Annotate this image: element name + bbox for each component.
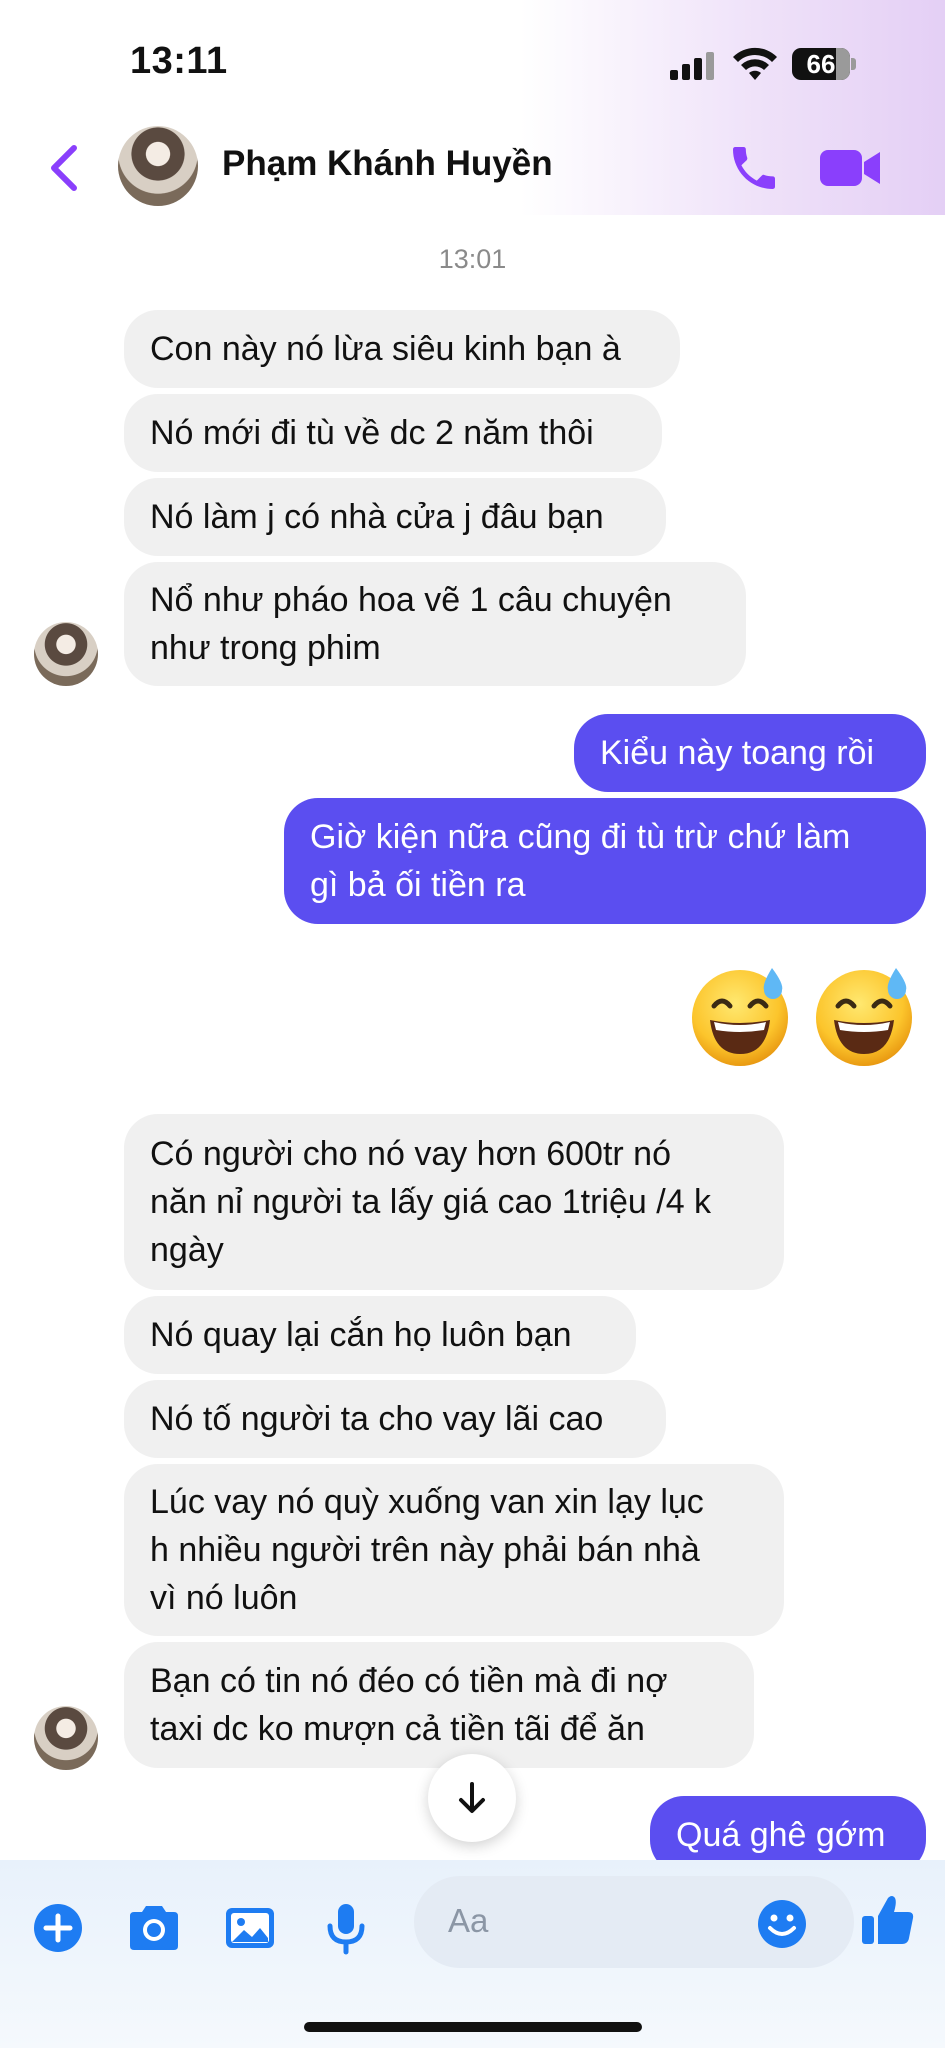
- signal-icon: [670, 52, 714, 80]
- grinning-sweat-emoji[interactable]: [686, 962, 794, 1070]
- status-time: 13:11: [130, 40, 228, 82]
- incoming-message[interactable]: Nó mới đi tù về dc 2 năm thôi: [124, 394, 662, 472]
- message-composer: Aa: [0, 1860, 945, 2048]
- voice-message-button[interactable]: [318, 1900, 374, 1956]
- chat-header: Phạm Khánh Huyền: [0, 120, 945, 215]
- arrow-down-icon: [459, 1782, 485, 1813]
- message-input-placeholder: Aa: [448, 1902, 489, 1939]
- phone-icon: [733, 147, 775, 189]
- contact-name[interactable]: Phạm Khánh Huyền: [222, 144, 553, 184]
- camera-icon: [130, 1906, 178, 1950]
- contact-avatar-small[interactable]: [34, 1706, 98, 1770]
- home-indicator: [304, 2022, 642, 2032]
- incoming-message[interactable]: Con này nó lừa siêu kinh bạn à: [124, 310, 680, 388]
- thumbs-up-icon: [862, 1896, 914, 1944]
- emoji-button[interactable]: [754, 1896, 810, 1952]
- message-timestamp: 13:01: [438, 244, 507, 274]
- video-call-button[interactable]: [818, 144, 882, 192]
- like-button[interactable]: [858, 1890, 918, 1950]
- battery-level: 66: [806, 49, 836, 79]
- microphone-icon: [327, 1904, 365, 1955]
- incoming-message[interactable]: Lúc vay nó quỳ xuống van xin lạy lục h n…: [124, 1464, 784, 1636]
- contact-avatar[interactable]: [118, 126, 198, 206]
- video-camera-icon: [820, 150, 880, 186]
- smiley-icon: [758, 1900, 806, 1948]
- voice-call-button[interactable]: [726, 140, 782, 196]
- image-icon: [226, 1908, 274, 1948]
- back-button[interactable]: [40, 138, 90, 198]
- incoming-message[interactable]: Nó quay lại cắn họ luôn bạn: [124, 1296, 636, 1374]
- camera-button[interactable]: [124, 1900, 180, 1956]
- incoming-message[interactable]: Nổ như pháo hoa vẽ 1 câu chuyện như tron…: [124, 562, 746, 686]
- scroll-to-bottom-button[interactable]: [428, 1754, 516, 1842]
- incoming-message[interactable]: Nó làm j có nhà cửa j đâu bạn: [124, 478, 666, 556]
- chevron-left-icon: [51, 145, 77, 191]
- wifi-icon: [732, 46, 778, 82]
- plus-icon: [34, 1904, 82, 1952]
- add-button[interactable]: [30, 1900, 86, 1956]
- incoming-message[interactable]: Có người cho nó vay hơn 600tr nó năn nỉ …: [124, 1114, 784, 1290]
- status-bar: 13:11 66: [0, 0, 945, 120]
- battery-icon: 66: [792, 48, 856, 80]
- outgoing-message[interactable]: Kiểu này toang rồi: [574, 714, 926, 792]
- outgoing-message[interactable]: Giờ kiện nữa cũng đi tù trừ chứ làm gì b…: [284, 798, 926, 924]
- gallery-button[interactable]: [222, 1900, 278, 1956]
- incoming-message[interactable]: Bạn có tin nó đéo có tiền mà đi nợ taxi …: [124, 1642, 754, 1768]
- incoming-message[interactable]: Nó tố người ta cho vay lãi cao: [124, 1380, 666, 1458]
- contact-avatar-small[interactable]: [34, 622, 98, 686]
- grinning-sweat-emoji[interactable]: [810, 962, 918, 1070]
